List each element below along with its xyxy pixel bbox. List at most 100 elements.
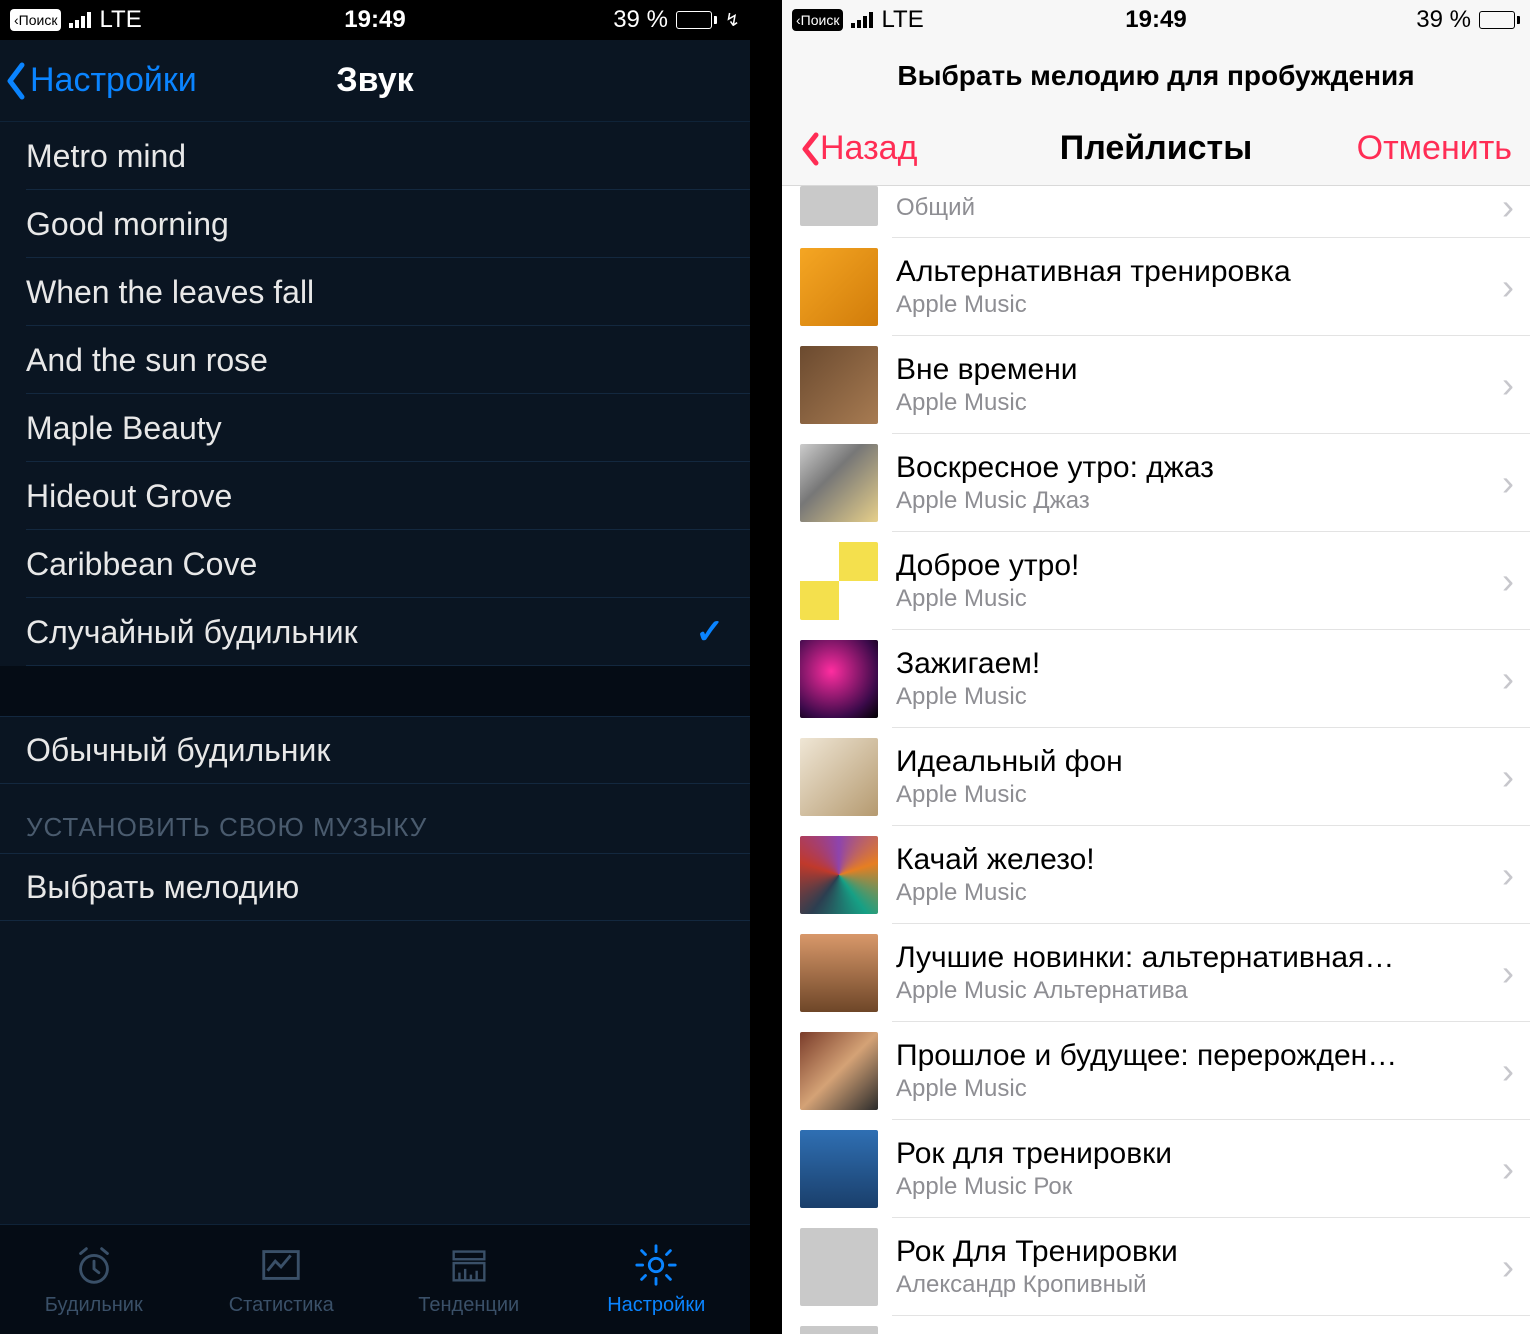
section-gap — [0, 666, 750, 716]
sound-label: Maple Beauty — [26, 410, 222, 447]
sound-row[interactable]: And the sun rose — [0, 326, 750, 394]
sound-label: And the sun rose — [26, 342, 268, 379]
sound-row[interactable]: Hideout Grove — [0, 462, 750, 530]
sound-row[interactable]: Metro mind — [0, 122, 750, 190]
playlist-row[interactable]: Вне времениApple Music› — [782, 336, 1530, 434]
sound-row[interactable]: Случайный будильник ✓ — [0, 598, 750, 666]
sound-row[interactable]: Maple Beauty — [0, 394, 750, 462]
tab-settings[interactable]: Настройки — [563, 1225, 751, 1334]
chevron-right-icon: › — [1486, 952, 1530, 994]
checkmark-icon: ✓ — [696, 612, 725, 652]
sound-label: Caribbean Cove — [26, 546, 257, 583]
playlist-subtitle: Apple Music — [896, 781, 1476, 809]
playlist-row[interactable]: Тренировка› — [782, 1316, 1530, 1334]
alarm-clock-icon — [71, 1242, 117, 1288]
clock: 19:49 — [344, 6, 405, 34]
sound-row[interactable]: When the leaves fall — [0, 258, 750, 326]
playlist-artwork — [800, 934, 878, 1012]
gear-icon — [633, 1242, 679, 1288]
tab-label: Тенденции — [418, 1294, 519, 1317]
playlist-row[interactable]: Лучшие новинки: альтернативная…Apple Mus… — [782, 924, 1530, 1022]
bars-stacked-icon — [446, 1242, 492, 1288]
playlist-artwork — [800, 186, 878, 226]
playlist-artwork — [800, 640, 878, 718]
screen-sound-settings: ‹ Поиск LTE 19:49 39 % ↯ Настройки Звук … — [0, 0, 750, 1334]
back-to-app-pill[interactable]: ‹ Поиск — [10, 9, 61, 31]
playlist-artwork — [800, 836, 878, 914]
chart-line-icon — [258, 1242, 304, 1288]
playlist-row[interactable]: Воскресное утро: джазApple Music Джаз› — [782, 434, 1530, 532]
playlist-title: Идеальный фон — [896, 745, 1476, 779]
battery-percent: 39 % — [613, 6, 668, 34]
playlist-title: Альтернативная тренировка — [896, 255, 1476, 289]
carrier-label: LTE — [881, 6, 923, 34]
sound-label: Hideout Grove — [26, 478, 232, 515]
tab-alarm[interactable]: Будильник — [0, 1225, 188, 1334]
cancel-label: Отменить — [1357, 129, 1512, 167]
sound-row[interactable]: Good morning — [0, 190, 750, 258]
tab-label: Будильник — [45, 1294, 143, 1317]
playlist-title: Качай железо! — [896, 843, 1476, 877]
playlist-subtitle: Apple Music Альтернатива — [896, 977, 1476, 1005]
nav-bar: Назад Плейлисты Отменить — [782, 112, 1530, 186]
playlist-artwork — [800, 1228, 878, 1306]
tab-trends[interactable]: Тенденции — [375, 1225, 563, 1334]
chevron-right-icon: › — [1486, 560, 1530, 602]
pick-song-label: Выбрать мелодию — [26, 869, 299, 906]
playlist-subtitle: Apple Music — [896, 1075, 1476, 1103]
playlist-row[interactable]: Альтернативная тренировкаApple Music› — [782, 238, 1530, 336]
chevron-left-icon — [800, 131, 820, 167]
playlist-artwork — [800, 444, 878, 522]
chevron-right-icon: › — [1486, 186, 1530, 228]
playlist-title: Рок Для Тренировки — [896, 1235, 1476, 1269]
playlist-title: Воскресное утро: джаз — [896, 451, 1476, 485]
playlist-subtitle: Александр Кропивный — [896, 1271, 1476, 1299]
playlist-artwork — [800, 248, 878, 326]
nav-bar: Настройки Звук — [0, 40, 750, 122]
battery-icon — [676, 11, 717, 29]
regular-alarm-row[interactable]: Обычный будильник — [0, 716, 750, 784]
tab-label: Настройки — [607, 1294, 705, 1317]
cancel-button[interactable]: Отменить — [1357, 129, 1512, 168]
back-label: Назад — [820, 129, 917, 168]
playlist-row[interactable]: Идеальный фонApple Music› — [782, 728, 1530, 826]
chevron-right-icon: › — [1486, 1050, 1530, 1092]
playlist-row[interactable]: Качай железо!Apple Music› — [782, 826, 1530, 924]
playlist-title: Лучшие новинки: альтернативная… — [896, 941, 1476, 975]
playlist-subtitle: Apple Music — [896, 389, 1476, 417]
sound-row[interactable]: Caribbean Cove — [0, 530, 750, 598]
chevron-right-icon: › — [1486, 462, 1530, 504]
playlists-list[interactable]: Общий›Альтернативная тренировкаApple Mus… — [782, 186, 1530, 1334]
playlist-row[interactable]: Зажигаем!Apple Music› — [782, 630, 1530, 728]
playlist-row[interactable]: Общий› — [782, 186, 1530, 238]
pick-song-row[interactable]: Выбрать мелодию — [0, 853, 750, 921]
playlist-artwork — [800, 1130, 878, 1208]
playlist-subtitle: Apple Music Рок — [896, 1173, 1476, 1201]
section-header-own-music: УСТАНОВИТЬ СВОЮ МУЗЫКУ — [0, 784, 750, 853]
playlist-title: Прошлое и будущее: перерожден… — [896, 1039, 1476, 1073]
tab-label: Статистика — [229, 1294, 334, 1317]
playlist-row[interactable]: Доброе утро!Apple Music› — [782, 532, 1530, 630]
page-title: Звук — [336, 61, 413, 100]
playlist-row[interactable]: Прошлое и будущее: перерожден…Apple Musi… — [782, 1022, 1530, 1120]
playlist-subtitle: Apple Music — [896, 683, 1476, 711]
back-button[interactable]: Назад — [800, 129, 917, 168]
status-bar: ‹ Поиск LTE 19:49 39 % — [782, 0, 1530, 40]
back-to-app-label: Поиск — [801, 12, 840, 28]
chevron-right-icon: › — [1486, 1246, 1530, 1288]
back-button[interactable]: Настройки — [0, 61, 197, 101]
playlist-row[interactable]: Рок Для ТренировкиАлександр Кропивный › — [782, 1218, 1530, 1316]
clock: 19:49 — [1125, 6, 1186, 34]
playlist-subtitle: Apple Music — [896, 291, 1476, 319]
tab-stats[interactable]: Статистика — [188, 1225, 376, 1334]
playlist-row[interactable]: Рок для тренировкиApple Music Рок › — [782, 1120, 1530, 1218]
playlist-title: Рок для тренировки — [896, 1137, 1476, 1171]
playlist-title: Доброе утро! — [896, 549, 1476, 583]
sound-label: Metro mind — [26, 138, 186, 175]
sound-label: Случайный будильник — [26, 614, 358, 651]
back-to-app-pill[interactable]: ‹ Поиск — [792, 9, 843, 31]
chevron-right-icon: › — [1486, 854, 1530, 896]
sound-label: When the leaves fall — [26, 274, 314, 311]
battery-percent: 39 % — [1416, 6, 1471, 34]
chevron-right-icon: › — [1486, 1148, 1530, 1190]
